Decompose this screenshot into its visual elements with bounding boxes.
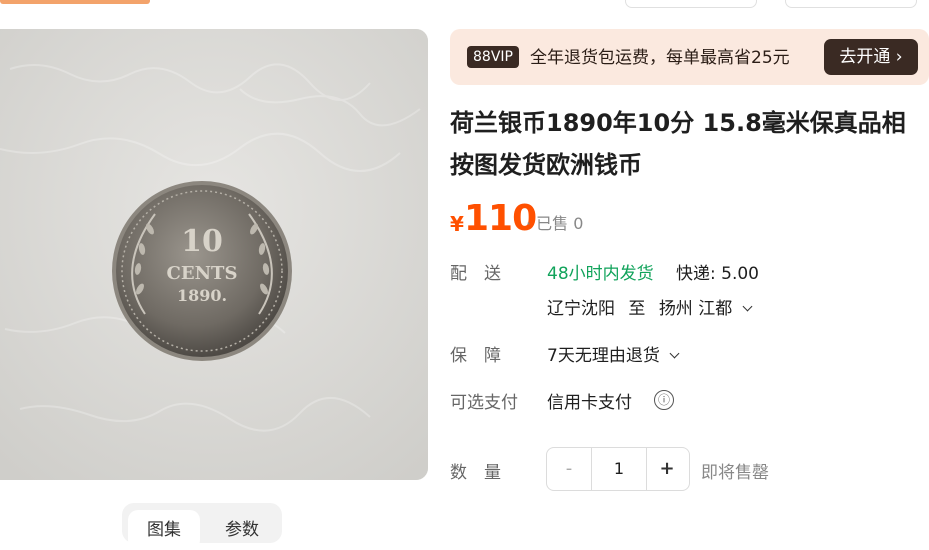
quantity-label: 数 量 xyxy=(450,463,501,483)
quantity-input[interactable]: 1 xyxy=(591,448,647,490)
coin-photo: 10 CENTS 1890. xyxy=(0,29,428,480)
return-policy: 7天无理由退货 xyxy=(547,346,660,366)
sold-count: · 已售 0 xyxy=(526,214,584,233)
ship-to-word: 至 xyxy=(628,299,646,319)
vip-promo-text: 全年退货包运费，每单最高省25元 xyxy=(530,48,790,68)
stock-status: 即将售罄 xyxy=(701,463,769,483)
tab-gallery[interactable]: 图集 xyxy=(128,510,200,550)
shipping-fee: 快递: 5.00 xyxy=(676,264,759,284)
quantity-stepper: - 1 + xyxy=(546,447,690,491)
vip-open-button[interactable]: 去开通 › xyxy=(824,39,918,75)
guarantee-value[interactable]: 7天无理由退货 xyxy=(547,341,680,366)
coin-value: 10 xyxy=(181,224,223,259)
ship-to: 扬州 江都 xyxy=(658,299,733,319)
coin-unit: CENTS xyxy=(167,263,238,284)
image-tabs: 图集 参数 xyxy=(122,503,282,550)
payment-label: 可选支付 xyxy=(450,393,518,413)
delivery-route[interactable]: 辽宁沈阳 至 扬州 江都 xyxy=(547,294,753,319)
decrease-button[interactable]: - xyxy=(547,448,591,490)
top-toolbar-pill-2[interactable] xyxy=(785,0,917,8)
currency-symbol: ¥ xyxy=(450,212,464,236)
coin-year: 1890. xyxy=(177,286,227,305)
vip-banner: 88VIP 全年退货包运费，每单最高省25元 去开通 › xyxy=(450,29,929,85)
chevron-down-icon xyxy=(742,301,753,312)
product-main-image[interactable]: 10 CENTS 1890. xyxy=(0,29,428,480)
product-title: 荷兰银币1890年10分 15.8毫米保真品相按图发货欧洲钱币 xyxy=(450,109,906,179)
delivery-promise: 48小时内发货 xyxy=(547,264,654,284)
top-toolbar-pill-1[interactable] xyxy=(625,0,757,8)
guarantee-label: 保 障 xyxy=(450,346,501,366)
top-strip-remnant xyxy=(0,0,150,4)
chevron-down-icon xyxy=(669,348,680,359)
vip-badge: 88VIP xyxy=(467,46,519,68)
payment-method: 信用卡支付 xyxy=(547,393,632,413)
tab-params[interactable]: 参数 xyxy=(212,510,272,550)
delivery-label: 配 送 xyxy=(450,264,501,284)
info-icon[interactable]: ⓘ xyxy=(654,390,674,410)
ship-from: 辽宁沈阳 xyxy=(547,299,615,319)
increase-button[interactable]: + xyxy=(645,448,689,490)
